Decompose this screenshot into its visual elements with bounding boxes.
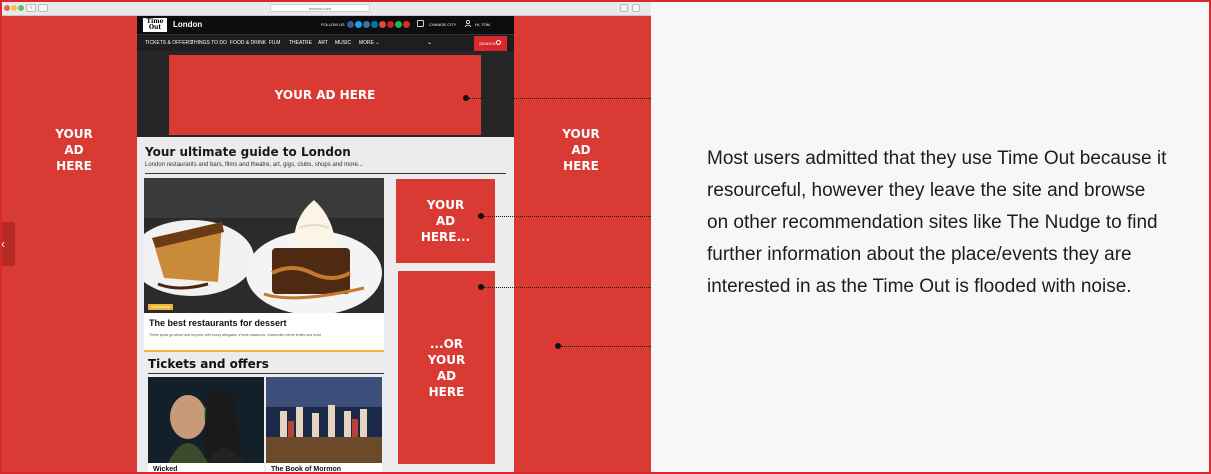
nav-things-to-do[interactable]: THINGS TO DO xyxy=(191,40,227,46)
sidebar-ad-line: HERE xyxy=(428,384,465,399)
googleplus-icon[interactable] xyxy=(379,21,386,28)
city-name: London xyxy=(173,20,203,29)
book-of-mormon-photo xyxy=(266,377,382,463)
guide-heading: Your ultimate guide to London xyxy=(145,145,351,159)
timeout-logo[interactable]: Time Out xyxy=(143,18,167,32)
minimize-window-dot-icon[interactable] xyxy=(11,5,17,11)
pointer-line xyxy=(484,216,651,217)
sidebar-ad-line: HERE... xyxy=(420,230,471,244)
featured-article-card[interactable]: SPONSORED The best restaurants for desse… xyxy=(144,178,384,352)
sponsored-tag: SPONSORED xyxy=(148,304,174,310)
location-icon xyxy=(417,20,424,27)
timeout-mockup: ‹ timeout.com YOUR AD HERE YOUR AD HERE … xyxy=(0,0,651,474)
pinterest-icon[interactable] xyxy=(387,21,394,28)
right-ad-line: YOUR xyxy=(562,127,600,141)
timeout-site: Time Out London FOLLOW US CHANGE CITY HI,… xyxy=(137,16,514,474)
pointer-line xyxy=(484,287,651,288)
tickets-heading: Tickets and offers xyxy=(148,357,269,371)
search-icon xyxy=(496,40,501,45)
nav-tickets-offers[interactable]: TICKETS & OFFERS xyxy=(145,40,193,46)
nav-more[interactable]: MORE ⌄ xyxy=(359,40,380,46)
linkedin-icon[interactable] xyxy=(371,21,378,28)
sidebar-ad-bottom: ...OR YOUR AD HERE xyxy=(398,271,495,464)
facebook-icon[interactable] xyxy=(347,21,354,28)
back-arrow-icon[interactable]: ‹ xyxy=(26,4,36,12)
left-ad-line: YOUR xyxy=(55,127,93,141)
ticket-card-book-of-mormon[interactable]: The Book of Mormon xyxy=(266,377,382,474)
ticket-card-wicked[interactable]: Wicked xyxy=(148,377,264,474)
sidebar-icon[interactable] xyxy=(38,4,48,12)
right-ad-line: AD xyxy=(571,143,591,157)
address-bar[interactable]: timeout.com xyxy=(270,4,370,12)
divider xyxy=(145,173,506,174)
nav-theatre[interactable]: THEATRE xyxy=(289,40,312,46)
article-description: These spots go above and beyond, with bo… xyxy=(149,333,322,337)
follow-us-label: FOLLOW US xyxy=(321,22,345,27)
spotify-icon[interactable] xyxy=(395,21,402,28)
dessert-photo xyxy=(144,178,384,313)
sidebar-ad-top: YOUR AD HERE... xyxy=(396,179,495,263)
right-ad-line: HERE xyxy=(563,159,599,173)
ticket-title[interactable]: The Book of Mormon xyxy=(271,466,341,473)
site-top-bar: Time Out London FOLLOW US CHANGE CITY HI,… xyxy=(137,16,514,34)
ticket-title[interactable]: Wicked xyxy=(153,466,177,473)
nav-food-drink[interactable]: FOOD & DRINK xyxy=(230,40,266,46)
tabs-icon[interactable] xyxy=(632,4,640,12)
previous-arrow-icon[interactable]: ‹ xyxy=(0,222,15,266)
guide-subheading: London restaurants and bars, films and t… xyxy=(145,162,363,168)
browser-toolbar: ‹ timeout.com xyxy=(0,0,651,16)
close-window-dot-icon[interactable] xyxy=(4,5,10,11)
user-greeting[interactable]: HI, TOM xyxy=(475,22,490,27)
sidebar-ad-line: AD xyxy=(435,214,456,228)
nav-film[interactable]: FILM xyxy=(269,40,280,46)
left-ad-line: AD xyxy=(64,143,84,157)
sidebar-ad-line: YOUR xyxy=(426,198,465,212)
search-button[interactable]: SEARCH xyxy=(474,36,507,51)
nav-more-label: MORE xyxy=(359,40,374,46)
sidebar-ad-line: YOUR xyxy=(427,352,466,367)
pointer-line xyxy=(561,346,651,347)
nav-art[interactable]: ART xyxy=(318,40,328,46)
banner-area: YOUR AD HERE xyxy=(137,51,514,137)
left-ad-line: HERE xyxy=(56,159,92,173)
wicked-photo xyxy=(148,377,264,463)
sidebar-ad-line: AD xyxy=(436,368,457,383)
chevron-down-icon[interactable]: ⌄ xyxy=(427,39,432,46)
pointer-line xyxy=(469,98,651,99)
findings-paragraph: Most users admitted that they use Time O… xyxy=(707,148,1167,297)
left-side-ad: YOUR AD HERE xyxy=(34,126,114,174)
article-underline xyxy=(144,350,384,352)
right-side-ad: YOUR AD HERE xyxy=(541,126,621,174)
change-city-link[interactable]: CHANGE CITY xyxy=(429,22,456,27)
article-title[interactable]: The best restaurants for dessert xyxy=(149,318,287,328)
search-label: SEARCH xyxy=(479,41,496,46)
main-nav: TICKETS & OFFERS THINGS TO DO FOOD & DRI… xyxy=(137,34,514,51)
maximize-window-dot-icon[interactable] xyxy=(18,5,24,11)
youtube-icon[interactable] xyxy=(403,21,410,28)
share-icon[interactable] xyxy=(620,4,628,12)
divider xyxy=(148,373,384,374)
top-banner-ad: YOUR AD HERE xyxy=(169,55,481,135)
user-icon xyxy=(465,20,471,27)
nav-music[interactable]: MUSIC xyxy=(335,40,351,46)
twitter-icon[interactable] xyxy=(355,21,362,28)
instagram-icon[interactable] xyxy=(363,21,370,28)
sidebar-ad-line: ...OR xyxy=(429,336,464,351)
